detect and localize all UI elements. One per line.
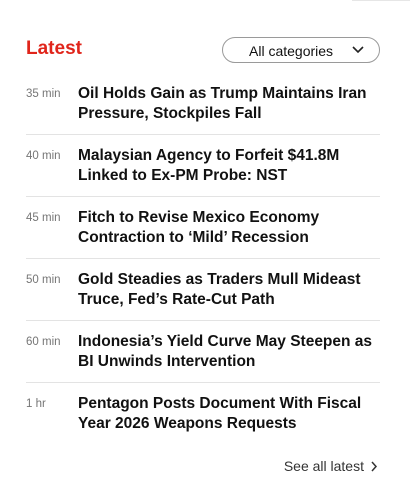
news-timestamp: 45 min — [26, 212, 61, 224]
news-timestamp: 60 min — [26, 336, 61, 348]
news-item[interactable]: 50 min Gold Steadies as Traders Mull Mid… — [26, 259, 380, 321]
latest-header: Latest All categories — [26, 37, 380, 65]
news-headline-link[interactable]: Indonesia’s Yield Curve May Steepen as B… — [78, 332, 380, 382]
section-title: Latest — [26, 38, 82, 59]
chevron-down-icon — [352, 46, 364, 54]
news-item[interactable]: 45 min Fitch to Revise Mexico Economy Co… — [26, 197, 380, 259]
news-timestamp: 50 min — [26, 274, 61, 286]
news-timestamp: 1 hr — [26, 398, 46, 410]
news-headline-link[interactable]: Pentagon Posts Document With Fiscal Year… — [78, 394, 380, 445]
news-headline-link[interactable]: Malaysian Agency to Forfeit $41.8M Linke… — [78, 146, 380, 196]
news-item[interactable]: 60 min Indonesia’s Yield Curve May Steep… — [26, 321, 380, 383]
news-headline-link[interactable]: Gold Steadies as Traders Mull Mideast Tr… — [78, 270, 380, 320]
latest-news-list: 35 min Oil Holds Gain as Trump Maintains… — [26, 73, 380, 445]
news-item[interactable]: 40 min Malaysian Agency to Forfeit $41.8… — [26, 135, 380, 197]
news-headline-link[interactable]: Fitch to Revise Mexico Economy Contracti… — [78, 208, 380, 258]
news-timestamp: 40 min — [26, 150, 61, 162]
news-item[interactable]: 35 min Oil Holds Gain as Trump Maintains… — [26, 73, 380, 135]
see-all-latest-link[interactable]: See all latest — [284, 458, 378, 474]
see-all-latest-label: See all latest — [283, 458, 364, 474]
category-filter-dropdown[interactable]: All categories — [222, 37, 380, 63]
chevron-right-icon — [371, 461, 378, 471]
news-timestamp: 35 min — [26, 88, 61, 100]
news-item[interactable]: 1 hr Pentagon Posts Document With Fiscal… — [26, 383, 380, 445]
top-divider — [352, 0, 410, 1]
category-filter-label: All categories — [249, 43, 334, 59]
news-headline-link[interactable]: Oil Holds Gain as Trump Maintains Iran P… — [78, 84, 380, 134]
